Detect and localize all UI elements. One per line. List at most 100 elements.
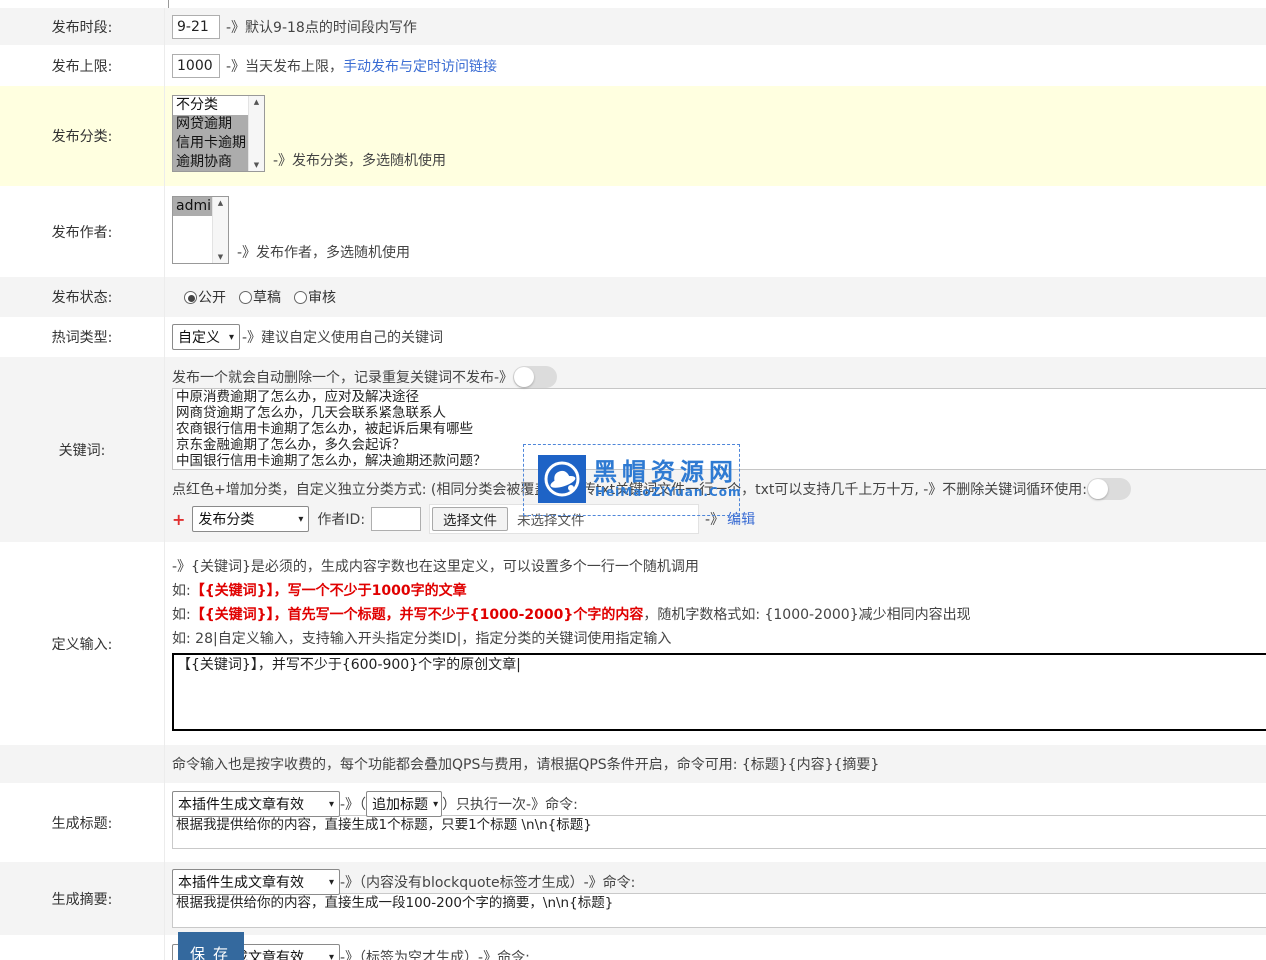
- define-example-prefix: 如:: [172, 580, 191, 600]
- publish-time-label: 发布时段:: [0, 8, 165, 45]
- manual-publish-link[interactable]: 手动发布与定时访问链接: [343, 56, 497, 76]
- cutoff-row-above: [0, 0, 1266, 8]
- scroll-down-icon[interactable]: ▼: [254, 161, 259, 169]
- keyword-category-select[interactable]: 发布分类 ▾: [192, 506, 309, 532]
- gen-title-label: 生成标题:: [0, 783, 165, 862]
- gen-tag-label-spacer: [0, 935, 165, 960]
- gen-title-append-select[interactable]: 追加标题 ▾: [366, 791, 442, 817]
- row-gen-title: 生成标题: 本插件生成文章有效 ▾ -》（ 追加标题 ▾ ）只执行一次-》命令:…: [0, 783, 1266, 862]
- define-example-2-rest: ，随机字数格式如: {1000-2000}减少相同内容出现: [643, 604, 970, 624]
- gen-tag-mid: -》（标签为空才生成）-》命令:: [340, 947, 530, 960]
- gen-title-command-textarea[interactable]: 根据我提供给你的内容，直接生成1个标题，只要1个标题 \n\n{标题}: [172, 815, 1266, 849]
- author-id-input[interactable]: [371, 507, 421, 531]
- define-example-prefix: 如:: [172, 604, 191, 624]
- define-example-2: 【{关键词}】，首先写一个标题，并写不少于{1000-2000}个字的内容: [191, 604, 644, 624]
- gen-abstract-mid: -》（内容没有blockquote标签才生成）-》命令:: [340, 872, 635, 892]
- publish-status-radio-group: 公开 草稿 审核: [184, 287, 349, 307]
- publish-author-listbox[interactable]: admin ▲ ▼: [172, 196, 229, 264]
- publish-category-caption: -》发布分类，多选随机使用: [273, 150, 446, 172]
- select-value: 发布分类: [198, 509, 254, 529]
- keywords-label: 关键词:: [0, 357, 165, 542]
- toggle-knob: [514, 367, 534, 387]
- scroll-up-icon[interactable]: ▲: [254, 98, 259, 106]
- watermark: 黑帽资源网 HeiMaoZiYuan.Com: [523, 444, 740, 516]
- define-input-label: 定义输入:: [0, 542, 165, 745]
- scroll-up-icon[interactable]: ▲: [218, 199, 223, 207]
- select-value: 追加标题: [372, 794, 428, 814]
- qps-note-label-spacer: [0, 745, 165, 783]
- row-publish-author: 发布作者: admin ▲ ▼ -》发布作者，多选随机使用: [0, 186, 1266, 277]
- hotword-type-select[interactable]: 自定义 ▾: [172, 324, 240, 350]
- category-option[interactable]: 逾期协商: [173, 153, 248, 171]
- radio-unchecked-icon[interactable]: [239, 291, 252, 304]
- heimao-logo-icon: [538, 455, 586, 503]
- row-publish-limit: 发布上限: -》当天发布上限， 手动发布与定时访问链接: [0, 45, 1266, 86]
- radio-draft[interactable]: 草稿: [239, 287, 281, 307]
- chevron-down-icon: ▾: [329, 877, 334, 888]
- radio-label: 公开: [198, 287, 226, 307]
- listbox-scrollbar[interactable]: ▲ ▼: [212, 197, 228, 263]
- author-id-label: 作者ID:: [317, 509, 365, 529]
- chevron-down-icon: ▾: [433, 799, 438, 810]
- gen-title-mid-2: ）只执行一次-》命令:: [442, 794, 578, 814]
- row-publish-status: 发布状态: 公开 草稿 审核: [0, 277, 1266, 317]
- publish-author-caption: -》发布作者，多选随机使用: [237, 242, 410, 264]
- publish-time-input[interactable]: [172, 15, 220, 39]
- gen-title-mid-1: -》（: [340, 794, 366, 814]
- radio-unchecked-icon[interactable]: [294, 291, 307, 304]
- publish-status-label: 发布状态:: [0, 277, 165, 317]
- row-publish-time: 发布时段: -》默认9-18点的时间段内写作: [0, 8, 1266, 45]
- watermark-subtitle: HeiMaoZiYuan.Com: [595, 485, 742, 499]
- publish-category-label: 发布分类:: [0, 86, 165, 186]
- select-value: 本插件生成文章有效: [178, 794, 304, 814]
- row-gen-abstract: 生成摘要: 本插件生成文章有效 ▾ -》（内容没有blockquote标签才生成…: [0, 862, 1266, 935]
- select-value: 自定义: [178, 327, 220, 347]
- radio-label: 草稿: [253, 287, 281, 307]
- row-define-input: 定义输入: -》{关键词}是必须的，生成内容字数也在这里定义，可以设置多个一行一…: [0, 542, 1266, 745]
- qps-note-text: 命令输入也是按字收费的，每个功能都会叠加QPS与费用，请根据QPS条件开启，命令…: [172, 754, 879, 774]
- save-button[interactable]: 保存: [178, 932, 244, 960]
- listbox-scrollbar[interactable]: ▲ ▼: [248, 96, 264, 171]
- cutoff-control-border: [168, 0, 169, 8]
- radio-label: 审核: [308, 287, 336, 307]
- chevron-down-icon: ▾: [329, 952, 334, 960]
- define-example-1: 【{关键词}】，写一个不少于1000字的文章: [191, 580, 467, 600]
- radio-public[interactable]: 公开: [184, 287, 226, 307]
- author-option[interactable]: admin: [173, 197, 212, 216]
- row-publish-category: 发布分类: 不分类 网贷逾期 信用卡逾期 逾期协商 ▲ ▼ -》发布分类，多选随…: [0, 86, 1266, 186]
- publish-author-label: 发布作者:: [0, 186, 165, 277]
- gen-title-mode-select[interactable]: 本插件生成文章有效 ▾: [172, 791, 340, 817]
- select-value: 本插件生成文章有效: [178, 872, 304, 892]
- radio-review[interactable]: 审核: [294, 287, 336, 307]
- keep-keywords-toggle[interactable]: [1087, 478, 1131, 500]
- define-hint-1: -》{关键词}是必须的，生成内容字数也在这里定义，可以设置多个一行一个随机调用: [172, 556, 699, 576]
- define-input-textarea[interactable]: 【{关键词}】，并写不少于{600-900}个字的原创文章|: [172, 653, 1266, 731]
- chevron-down-icon: ▾: [229, 332, 234, 343]
- auto-delete-toggle[interactable]: [513, 366, 557, 388]
- publish-limit-label: 发布上限:: [0, 45, 165, 86]
- publish-limit-input[interactable]: [172, 54, 220, 78]
- choose-file-button[interactable]: 选择文件: [432, 507, 508, 531]
- hotword-type-label: 热词类型:: [0, 317, 165, 357]
- add-category-button[interactable]: +: [172, 510, 185, 529]
- radio-checked-icon[interactable]: [184, 291, 197, 304]
- hotword-type-caption: -》建议自定义使用自己的关键词: [242, 327, 443, 347]
- chevron-down-icon: ▾: [298, 514, 303, 525]
- row-qps-note: 命令输入也是按字收费的，每个功能都会叠加QPS与费用，请根据QPS条件开启，命令…: [0, 745, 1266, 783]
- toggle-knob: [1088, 479, 1108, 499]
- publish-time-caption: -》默认9-18点的时间段内写作: [226, 17, 417, 37]
- gen-abstract-mode-select[interactable]: 本插件生成文章有效 ▾: [172, 869, 340, 895]
- category-option[interactable]: 不分类: [173, 96, 248, 115]
- plugin-settings-page: 发布时段: -》默认9-18点的时间段内写作 发布上限: -》当天发布上限， 手…: [0, 0, 1266, 960]
- category-option[interactable]: 信用卡逾期: [173, 134, 248, 153]
- gen-abstract-label: 生成摘要:: [0, 862, 165, 935]
- gen-abstract-command-textarea[interactable]: 根据我提供给你的内容，直接生成一段100-200个字的摘要，\n\n{标题}: [172, 893, 1266, 928]
- publish-category-listbox[interactable]: 不分类 网贷逾期 信用卡逾期 逾期协商 ▲ ▼: [172, 95, 265, 172]
- publish-limit-caption: -》当天发布上限，: [226, 56, 343, 76]
- category-option[interactable]: 网贷逾期: [173, 115, 248, 134]
- scroll-down-icon[interactable]: ▼: [218, 253, 223, 261]
- watermark-title: 黑帽资源网: [593, 452, 739, 487]
- chevron-down-icon: ▾: [329, 799, 334, 810]
- define-hint-2: 如: 28|自定义输入，支持输入开头指定分类ID|，指定分类的关键词使用指定输入: [172, 628, 671, 648]
- auto-delete-toggle-text: 发布一个就会自动删除一个，记录重复关键词不发布-》: [172, 367, 513, 387]
